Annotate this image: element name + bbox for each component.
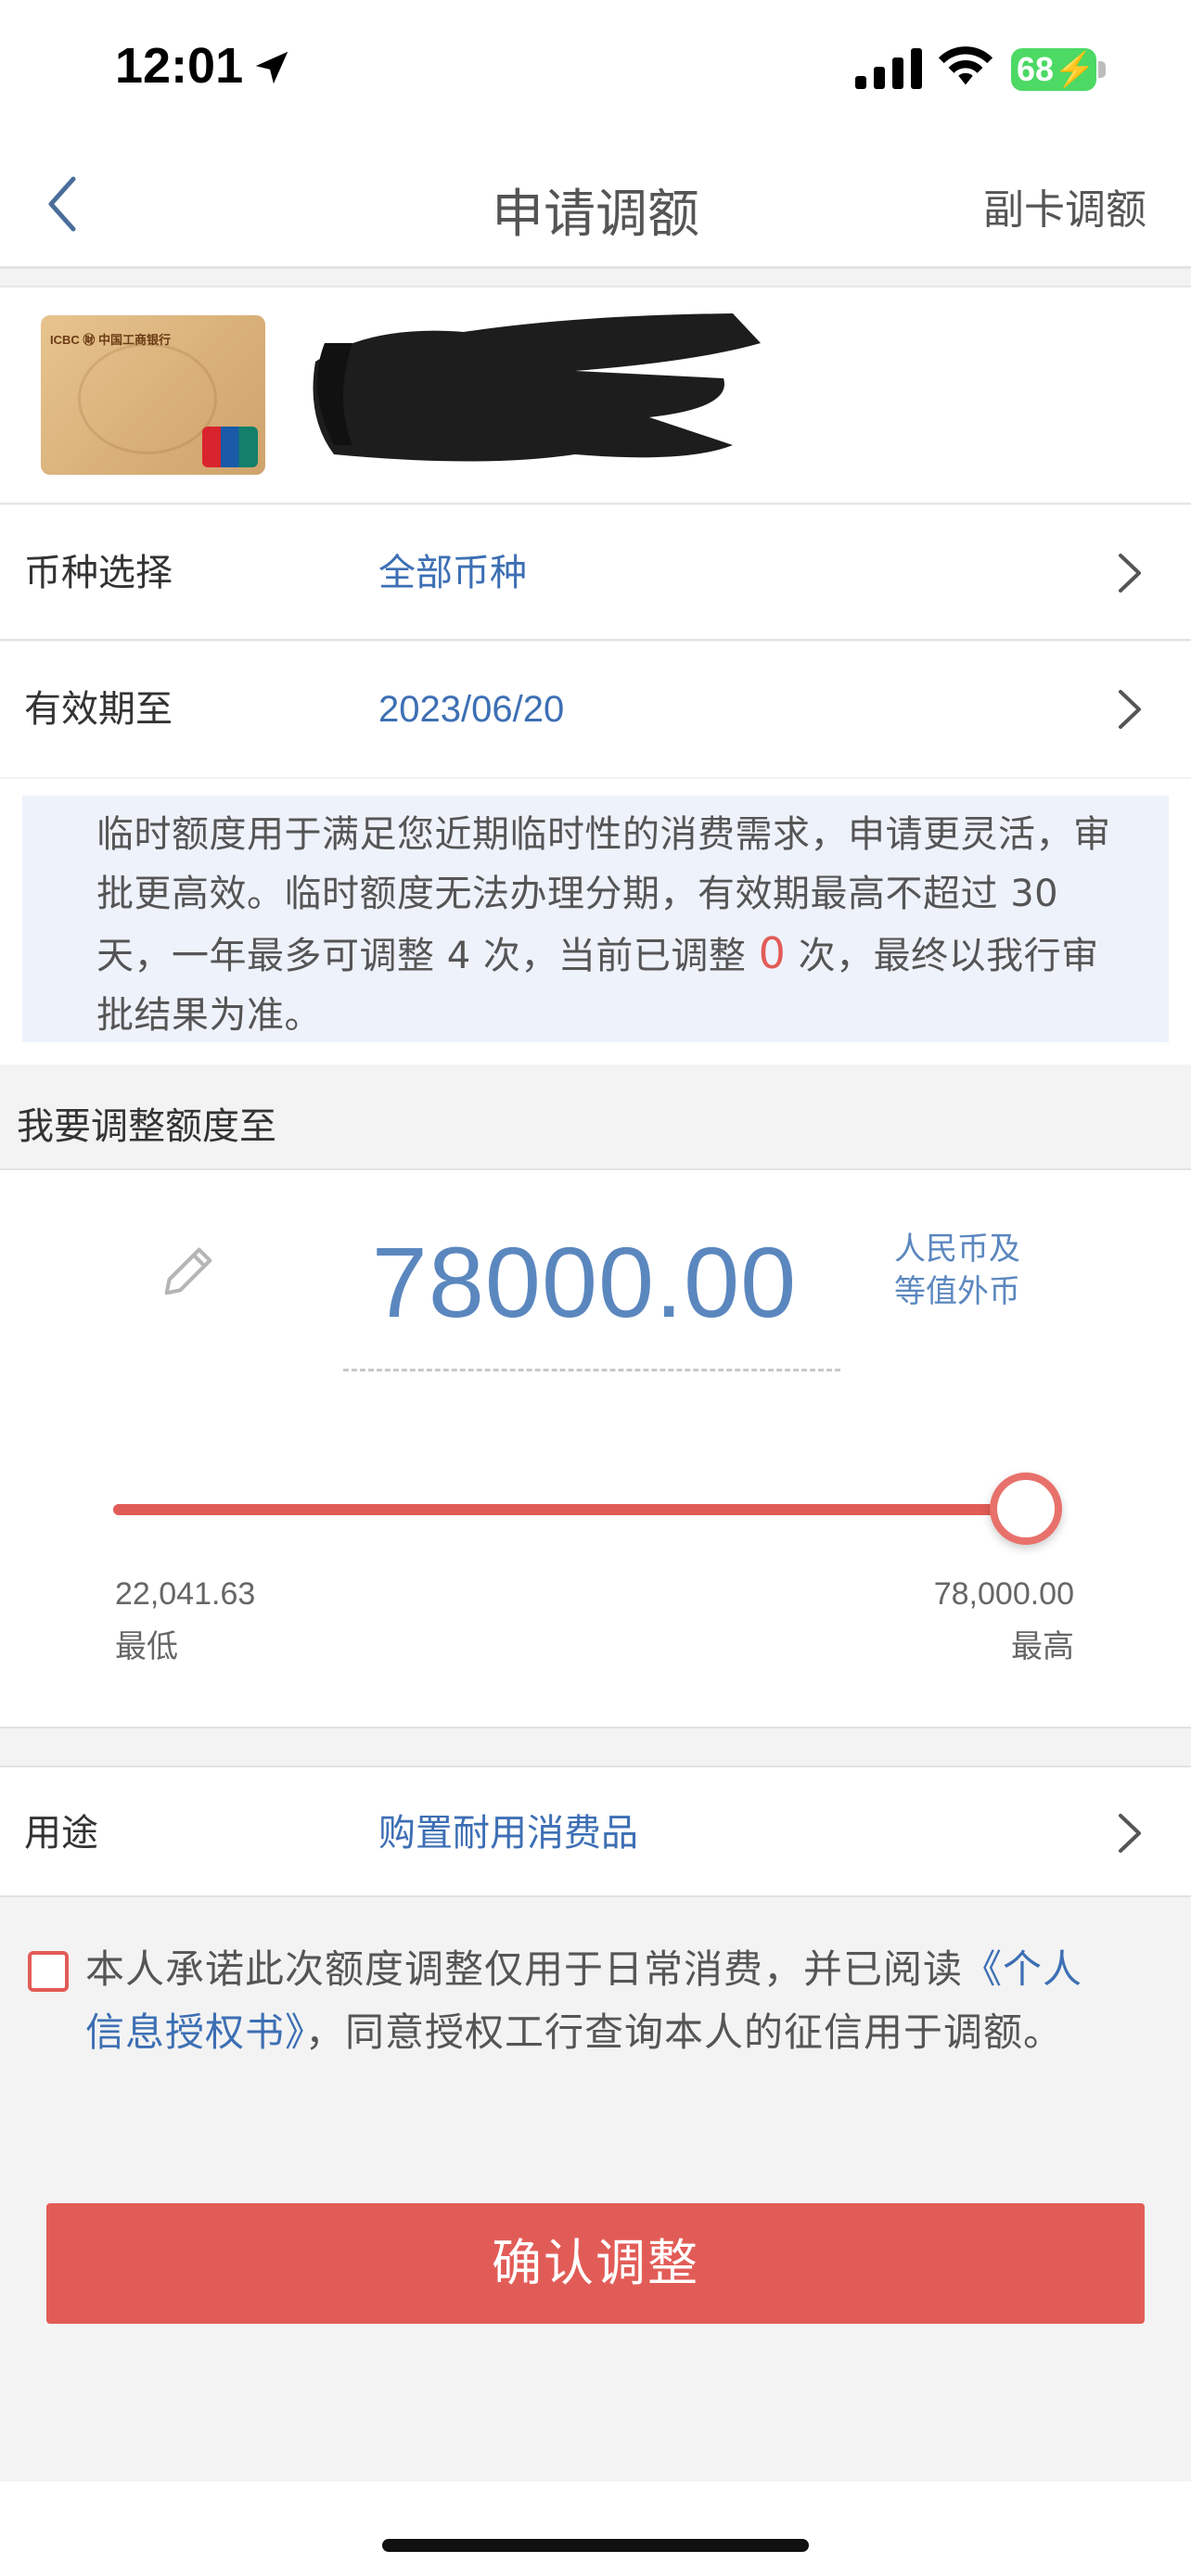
currency-select-label: 币种选择 bbox=[24, 552, 173, 594]
expiry-date-row[interactable]: 有效期至 2023/06/20 bbox=[0, 642, 1191, 777]
currency-select-row[interactable]: 币种选择 全部币种 bbox=[0, 505, 1191, 641]
adjust-section-title: 我要调整额度至 bbox=[17, 1105, 276, 1148]
credit-card-image: ICBC ㊖ 中国工商银行 bbox=[41, 315, 265, 475]
unionpay-logo bbox=[202, 427, 258, 467]
battery-level: 68 bbox=[1017, 50, 1055, 88]
temporary-limit-notice: 临时额度用于满足您近期临时性的消费需求，申请更灵活，审批更高效。临时额度无法办理… bbox=[22, 796, 1169, 1042]
card-pattern bbox=[78, 343, 217, 454]
agreement-checkbox[interactable] bbox=[28, 1951, 69, 1992]
limit-amount-input[interactable]: 78000.00 bbox=[352, 1224, 816, 1340]
status-time: 12:01 bbox=[115, 38, 244, 94]
agreement-text: 本人承诺此次额度调整仅用于日常消费，并已阅读《个人信息授权书》，同意授权工行查询… bbox=[85, 1938, 1115, 2064]
battery-cap bbox=[1098, 61, 1106, 78]
purpose-value: 购置耐用消费品 bbox=[378, 1812, 638, 1855]
battery-indicator: 68⚡ bbox=[1011, 48, 1096, 91]
chevron-right-icon bbox=[1119, 1814, 1141, 1853]
currency-note-line1: 人民币及 bbox=[894, 1231, 1020, 1268]
limit-slider-fill bbox=[113, 1504, 1026, 1515]
chevron-right-icon bbox=[1119, 554, 1141, 593]
max-limit-value: 78,000.00 bbox=[933, 1576, 1074, 1612]
adjusted-count: 0 bbox=[758, 928, 787, 978]
currency-note-line2: 等值外币 bbox=[894, 1273, 1020, 1310]
charging-bolt-icon: ⚡ bbox=[1054, 50, 1095, 88]
amount-underline bbox=[343, 1369, 840, 1371]
bank-logo: ICBC ㊖ 中国工商银行 bbox=[50, 333, 172, 347]
pencil-edit-icon[interactable] bbox=[156, 1239, 221, 1304]
secondary-card-adjust-link[interactable]: 副卡调额 bbox=[983, 176, 1146, 236]
location-arrow-icon bbox=[255, 51, 288, 84]
chevron-right-icon bbox=[1119, 690, 1141, 729]
currency-note: 人民币及 等值外币 bbox=[894, 1228, 1024, 1313]
limit-slider-thumb[interactable] bbox=[990, 1473, 1062, 1545]
agreement-text-before: 本人承诺此次额度调整仅用于日常消费，并已阅读 bbox=[85, 1946, 964, 1992]
agreement-text-after: ，同意授权工行查询本人的征信用于调额。 bbox=[305, 2009, 1064, 2055]
bottom-safe-area bbox=[0, 2481, 1191, 2576]
cellular-signal-icon bbox=[855, 48, 922, 89]
expiry-date-label: 有效期至 bbox=[24, 688, 173, 731]
expiry-date-value: 2023/06/20 bbox=[378, 689, 565, 730]
wifi-icon bbox=[938, 46, 993, 85]
currency-select-value: 全部币种 bbox=[378, 552, 527, 594]
min-limit-value: 22,041.63 bbox=[115, 1576, 256, 1612]
redacted-card-info bbox=[313, 313, 761, 462]
confirm-adjust-button[interactable]: 确认调整 bbox=[46, 2203, 1145, 2324]
purpose-label: 用途 bbox=[24, 1812, 98, 1855]
min-limit-label: 最低 bbox=[115, 1628, 178, 1665]
home-indicator[interactable] bbox=[382, 2539, 809, 2552]
max-limit-label: 最高 bbox=[1011, 1628, 1074, 1665]
purpose-row[interactable]: 用途 购置耐用消费品 bbox=[0, 1766, 1191, 1897]
